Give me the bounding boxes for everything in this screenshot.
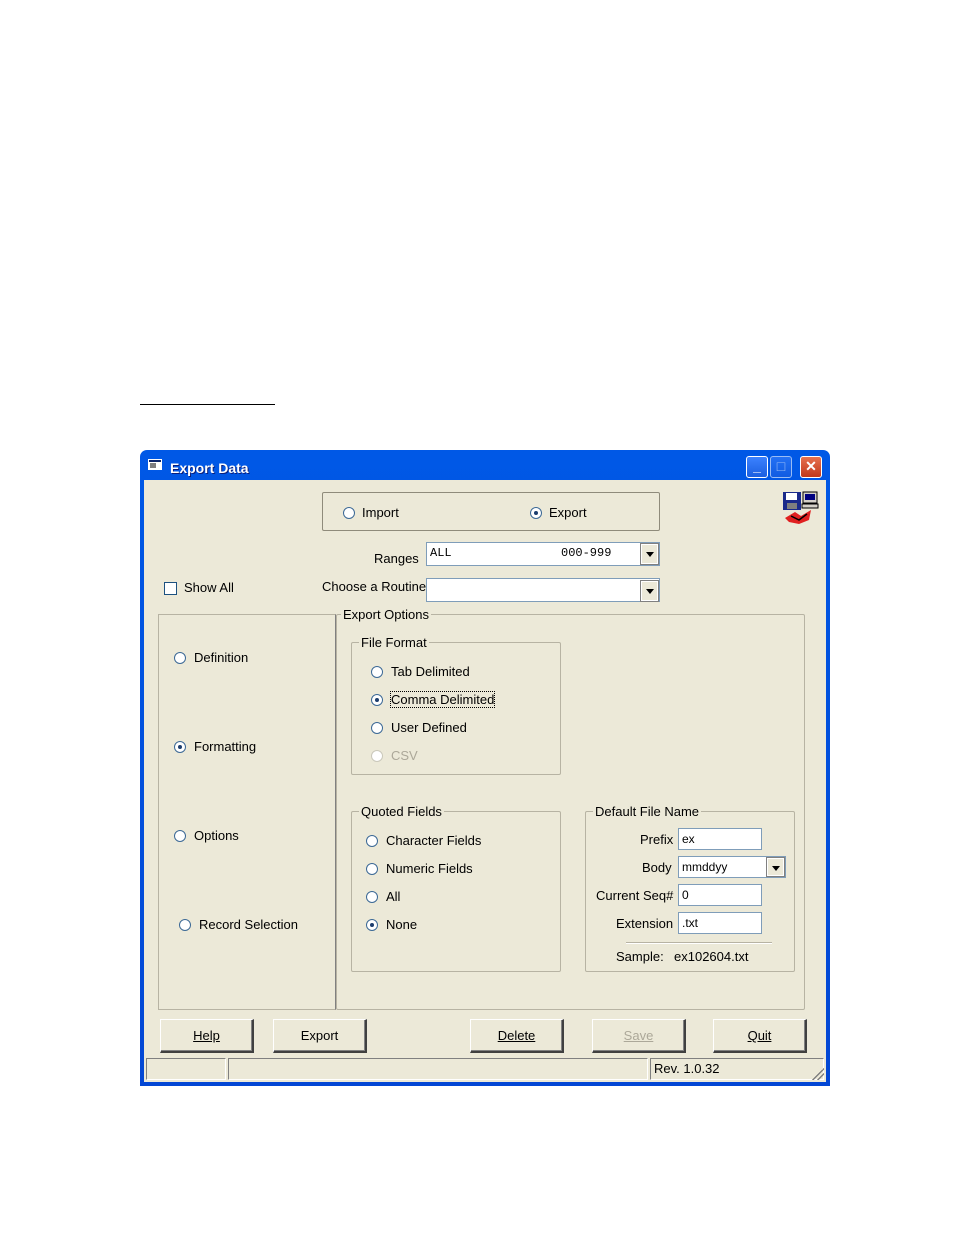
window-client-area: Import Export Ranges ALL 000-999 Show Al… <box>144 480 826 1082</box>
ranges-dropdown[interactable]: ALL 000-999 <box>426 542 660 566</box>
character-fields-label[interactable]: Character Fields <box>386 833 481 848</box>
sample-value: ex102604.txt <box>674 949 749 964</box>
resize-grip[interactable] <box>812 1068 824 1080</box>
none-fields-radio[interactable] <box>366 919 378 931</box>
save-button: Save <box>592 1019 686 1053</box>
choose-routine-label: Choose a Routine <box>322 579 427 594</box>
extension-input[interactable]: .txt <box>678 912 762 934</box>
nav-options-label[interactable]: Options <box>194 828 239 843</box>
tab-delimited-label[interactable]: Tab Delimited <box>391 664 470 679</box>
sample-label: Sample: <box>616 949 664 964</box>
quoted-fields-title: Quoted Fields <box>359 804 444 819</box>
ranges-dropdown-arrow[interactable] <box>640 543 659 565</box>
ranges-value-name: ALL <box>430 546 452 560</box>
delete-button-label: Delete <box>497 1028 536 1043</box>
export-radio[interactable] <box>530 507 542 519</box>
export-button[interactable]: Export <box>273 1019 367 1053</box>
export-data-window: Export Data _ □ ✕ Import Export Ranges A… <box>140 450 830 1086</box>
maximize-button[interactable]: □ <box>770 456 792 478</box>
title-bar[interactable]: Export Data _ □ ✕ <box>140 450 830 480</box>
nav-record-selection-radio[interactable] <box>179 919 191 931</box>
import-radio[interactable] <box>343 507 355 519</box>
floppy-disk-computer-icon <box>783 491 819 524</box>
sample-divider <box>626 942 772 944</box>
window-title: Export Data <box>170 460 249 476</box>
none-fields-label[interactable]: None <box>386 917 417 932</box>
current-seq-input[interactable]: 0 <box>678 884 762 906</box>
help-button[interactable]: Help <box>160 1019 254 1053</box>
nav-panel <box>158 614 336 1010</box>
minimize-button[interactable]: _ <box>746 456 768 478</box>
user-defined-label[interactable]: User Defined <box>391 720 467 735</box>
close-button[interactable]: ✕ <box>800 456 822 478</box>
body-dropdown-arrow[interactable] <box>766 857 785 877</box>
help-button-label: Help <box>193 1028 220 1043</box>
all-fields-radio[interactable] <box>366 891 378 903</box>
current-seq-label: Current Seq# <box>596 888 674 903</box>
csv-label: CSV <box>391 748 418 763</box>
comma-delimited-label[interactable]: Comma Delimited <box>389 691 496 708</box>
csv-radio <box>371 750 383 762</box>
export-options-title: Export Options <box>341 607 431 622</box>
character-fields-radio[interactable] <box>366 835 378 847</box>
show-all-label[interactable]: Show All <box>184 580 234 595</box>
user-defined-radio[interactable] <box>371 722 383 734</box>
ranges-label: Ranges <box>374 551 419 566</box>
quit-button-label: Quit <box>747 1028 772 1043</box>
nav-definition-radio[interactable] <box>174 652 186 664</box>
document-underline <box>140 404 275 405</box>
delete-button[interactable]: Delete <box>470 1019 564 1053</box>
window-app-icon <box>148 459 162 470</box>
export-label[interactable]: Export <box>549 505 587 520</box>
nav-formatting-radio[interactable] <box>174 741 186 753</box>
nav-options-radio[interactable] <box>174 830 186 842</box>
status-panel-2 <box>228 1058 648 1080</box>
numeric-fields-radio[interactable] <box>366 863 378 875</box>
nav-formatting-label[interactable]: Formatting <box>194 739 256 754</box>
prefix-label: Prefix <box>640 832 674 847</box>
routine-dropdown[interactable] <box>426 578 660 602</box>
prefix-input[interactable]: ex <box>678 828 762 850</box>
status-panel-1 <box>146 1058 226 1080</box>
file-format-title: File Format <box>359 635 429 650</box>
extension-label: Extension <box>616 916 674 931</box>
save-button-label: Save <box>623 1028 654 1043</box>
nav-definition-label[interactable]: Definition <box>194 650 248 665</box>
numeric-fields-label[interactable]: Numeric Fields <box>386 861 473 876</box>
body-label: Body <box>642 860 672 875</box>
tab-delimited-radio[interactable] <box>371 666 383 678</box>
ranges-value-range: 000-999 <box>561 546 612 560</box>
import-label[interactable]: Import <box>362 505 399 520</box>
show-all-checkbox[interactable] <box>164 582 177 595</box>
quit-button[interactable]: Quit <box>713 1019 807 1053</box>
comma-delimited-radio[interactable] <box>371 694 383 706</box>
status-bar: Rev. 1.0.32 <box>144 1054 826 1082</box>
routine-dropdown-arrow[interactable] <box>640 580 659 602</box>
all-fields-label[interactable]: All <box>386 889 400 904</box>
status-revision: Rev. 1.0.32 <box>650 1058 824 1080</box>
nav-record-selection-label[interactable]: Record Selection <box>199 917 298 932</box>
default-file-name-title: Default File Name <box>593 804 702 819</box>
